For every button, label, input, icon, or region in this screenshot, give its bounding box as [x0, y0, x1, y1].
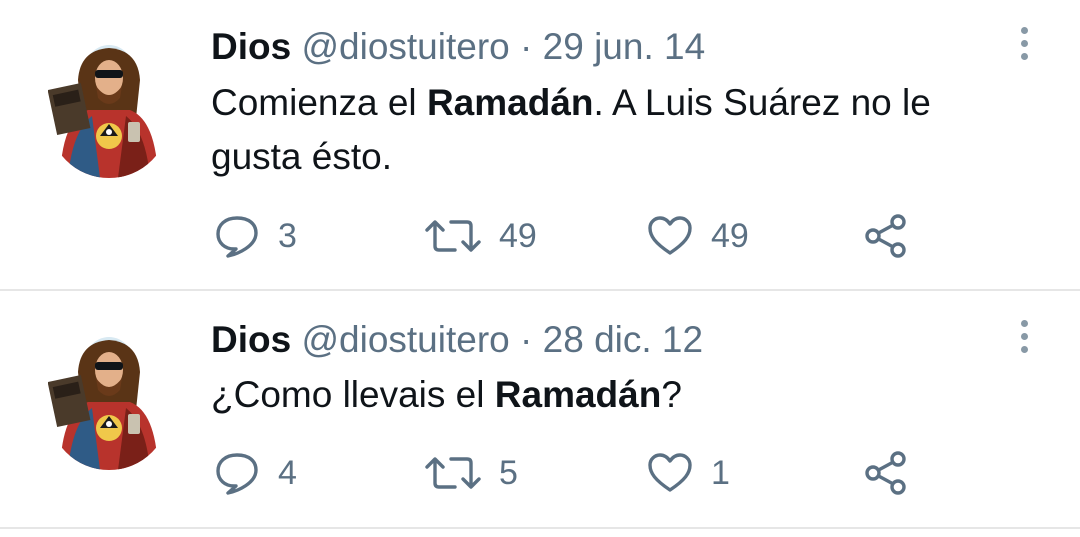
reply-count: 3 — [278, 216, 297, 255]
tweet[interactable]: Dios @diostuitero · 28 dic. 12 ¿Como lle… — [0, 291, 1080, 529]
heart-icon — [648, 216, 692, 255]
tweet-date[interactable]: 29 jun. 14 — [543, 26, 706, 67]
tweet-header: Dios @diostuitero · 28 dic. 12 — [211, 318, 703, 362]
retweet-icon — [425, 457, 481, 489]
retweet-count: 49 — [499, 216, 537, 255]
like-button[interactable]: 1 — [647, 448, 730, 498]
author-handle[interactable]: @diostuitero — [301, 319, 509, 360]
tweet[interactable]: Dios @diostuitero · 29 jun. 14 Comienza … — [0, 0, 1080, 291]
retweet-count: 5 — [499, 453, 518, 492]
like-count: 1 — [711, 453, 730, 492]
more-vertical-icon[interactable] — [1017, 27, 1031, 67]
tweet-text-part: ? — [661, 374, 682, 415]
reply-button[interactable]: 3 — [214, 211, 297, 261]
speech-bubble-icon — [216, 216, 258, 258]
reply-count: 4 — [278, 453, 297, 492]
hashtag-highlight: Ramadán — [426, 82, 594, 123]
author-name[interactable]: Dios — [211, 26, 291, 67]
avatar[interactable] — [48, 40, 170, 178]
tweet-text: Comienza el Ramadán. A Luis Suárez no le… — [211, 76, 1011, 184]
tweet-text-part: ¿Como llevais el — [211, 374, 495, 415]
share-button[interactable] — [863, 448, 909, 498]
tweet-actions: 3 49 49 — [0, 211, 1080, 261]
tweet-text: ¿Como llevais el Ramadán? — [211, 368, 1011, 422]
like-count: 49 — [711, 216, 749, 255]
author-name[interactable]: Dios — [211, 319, 291, 360]
tweet-date[interactable]: 28 dic. 12 — [543, 319, 703, 360]
speech-bubble-icon — [216, 453, 258, 495]
hashtag-highlight: Ramadán — [494, 374, 662, 415]
tweet-text-part: Comienza el — [211, 82, 427, 123]
tweet-header: Dios @diostuitero · 29 jun. 14 — [211, 25, 705, 69]
heart-icon — [648, 453, 692, 492]
separator: · — [520, 26, 533, 67]
separator: · — [520, 319, 533, 360]
like-button[interactable]: 49 — [647, 211, 749, 261]
tweet-actions: 4 5 1 — [0, 448, 1080, 498]
jesus-avatar-image — [48, 40, 170, 178]
share-button[interactable] — [863, 211, 909, 261]
retweet-button[interactable]: 5 — [425, 448, 518, 498]
author-handle[interactable]: @diostuitero — [301, 26, 509, 67]
retweet-button[interactable]: 49 — [425, 211, 537, 261]
reply-button[interactable]: 4 — [214, 448, 297, 498]
share-icon — [865, 214, 906, 258]
retweet-icon — [425, 220, 481, 252]
more-vertical-icon[interactable] — [1017, 320, 1031, 360]
share-icon — [865, 451, 906, 495]
